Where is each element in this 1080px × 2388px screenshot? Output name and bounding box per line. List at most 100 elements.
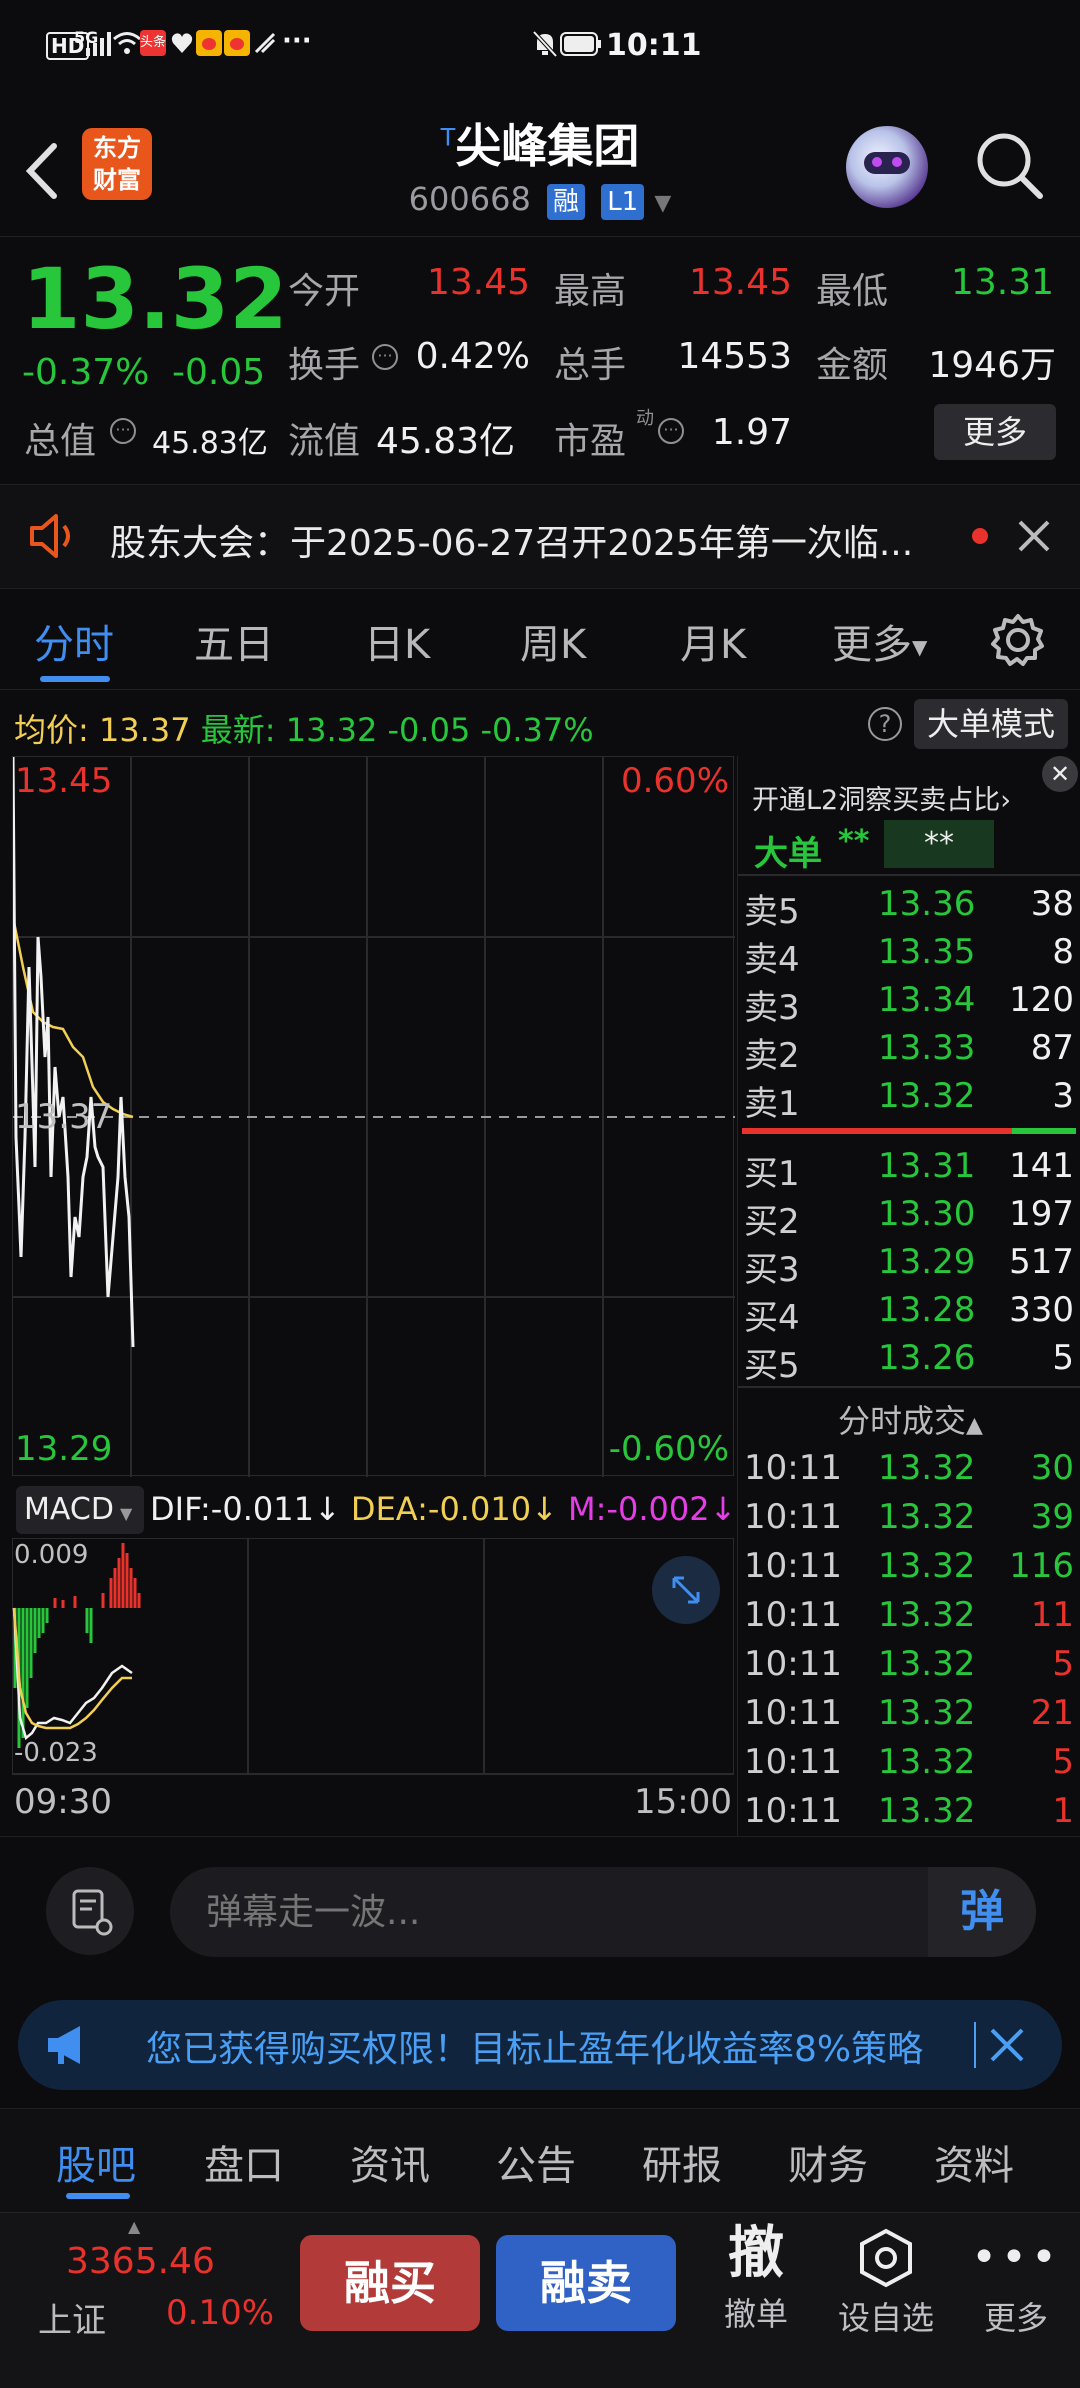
price: 13.32 bbox=[878, 1076, 976, 1116]
volume: 11 bbox=[1030, 1595, 1074, 1635]
volume: 39 bbox=[1030, 1497, 1074, 1537]
tab-five-day[interactable]: 五日 bbox=[194, 612, 274, 670]
danmu-input[interactable] bbox=[206, 1887, 926, 1937]
tab-more[interactable]: 更多▼ bbox=[832, 612, 927, 670]
intraday-chart[interactable]: 13.45 0.60% 13.37 13.29 -0.60% bbox=[12, 756, 735, 1477]
help-icon[interactable]: ? bbox=[868, 707, 902, 741]
l2-upsell-link[interactable]: 开通L2洞察买卖占比› bbox=[752, 778, 1011, 817]
sell-row[interactable]: 卖1 13.32 3 bbox=[738, 1074, 1078, 1124]
tab-finance[interactable]: 财务 bbox=[788, 2133, 868, 2191]
latest-value: 13.32 bbox=[285, 711, 378, 749]
sell-ratio-bar bbox=[742, 1128, 1012, 1134]
close-icon[interactable]: ✕ bbox=[1042, 756, 1078, 792]
robot-assistant-icon[interactable] bbox=[846, 126, 928, 208]
close-icon[interactable] bbox=[988, 2026, 1026, 2064]
mktcap-value: 45.83亿 bbox=[152, 426, 268, 461]
danmu-send-button[interactable]: 弹 bbox=[928, 1867, 1036, 1957]
sell-row[interactable]: 卖5 13.36 38 bbox=[738, 882, 1078, 932]
level-label: 卖2 bbox=[744, 1036, 800, 1076]
note-settings-icon[interactable] bbox=[46, 1867, 134, 1955]
intraday-info-line: 均价: 13.37 最新: 13.32 -0.05 -0.37% ? 大单模式 bbox=[0, 695, 1080, 755]
tab-daily-k[interactable]: 日K bbox=[364, 612, 430, 670]
ticks-title[interactable]: 分时成交▲ bbox=[838, 1396, 983, 1442]
chevron-down-icon: ▼ bbox=[912, 635, 928, 659]
tick-row[interactable]: 10:11 13.32 30 bbox=[738, 1446, 1078, 1494]
tab-orderbook[interactable]: 盘口 bbox=[204, 2133, 284, 2191]
battery-icon bbox=[560, 32, 601, 56]
chevron-down-icon[interactable]: ▼ bbox=[654, 191, 671, 216]
volume: 5 bbox=[1052, 1644, 1074, 1684]
promo-banner[interactable]: 您已获得购买权限！目标止盈年化收益率8%策略 bbox=[18, 2000, 1062, 2090]
promo-text[interactable]: 您已获得购买权限！目标止盈年化收益率8%策略 bbox=[146, 2020, 996, 2070]
tab-intraday[interactable]: 分时 bbox=[34, 612, 114, 670]
price: 13.32 bbox=[878, 1497, 976, 1537]
tick-time: 10:11 bbox=[744, 1693, 842, 1733]
indicator-selector[interactable]: MACD ▼ bbox=[16, 1486, 144, 1534]
weibo-icon bbox=[224, 30, 250, 56]
chart-top-pct: 0.60% bbox=[620, 761, 729, 801]
toutiao-icon: 头条 bbox=[140, 30, 166, 56]
buy-row[interactable]: 买5 13.26 5 bbox=[738, 1336, 1078, 1386]
add-watchlist-button[interactable]: 设自选 bbox=[826, 2227, 946, 2339]
tab-weekly-k[interactable]: 周K bbox=[520, 612, 586, 670]
buy-row[interactable]: 买3 13.29 517 bbox=[738, 1240, 1078, 1290]
chart-tabs: 分时 五日 日K 周K 月K 更多▼ bbox=[0, 590, 1080, 690]
tab-announcements[interactable]: 公告 bbox=[496, 2133, 576, 2191]
tab-monthly-k[interactable]: 月K bbox=[680, 612, 746, 670]
wifi-icon bbox=[113, 32, 141, 54]
tick-row[interactable]: 10:11 13.32 5 bbox=[738, 1642, 1078, 1690]
price: 13.34 bbox=[878, 980, 976, 1020]
tab-forum[interactable]: 股吧 bbox=[56, 2133, 136, 2191]
tick-row[interactable]: 10:11 13.32 11 bbox=[738, 1593, 1078, 1641]
buy-row[interactable]: 买4 13.28 330 bbox=[738, 1288, 1078, 1338]
gear-icon[interactable] bbox=[990, 612, 1046, 668]
sell-row[interactable]: 卖3 13.34 120 bbox=[738, 978, 1078, 1028]
margin-sell-button[interactable]: 融卖 bbox=[496, 2235, 676, 2331]
price: 13.26 bbox=[878, 1338, 976, 1378]
more-quote-button[interactable]: 更多 bbox=[934, 404, 1056, 460]
sell-row[interactable]: 卖2 13.33 87 bbox=[738, 1026, 1078, 1076]
sell-row[interactable]: 卖4 13.35 8 bbox=[738, 930, 1078, 980]
macd-panel[interactable]: MACD ▼ DIF:-0.011↓ DEA:-0.010↓ M:-0.002↓ … bbox=[12, 1480, 736, 1775]
caret-up-icon: ▲ bbox=[128, 2217, 141, 2236]
index-value[interactable]: 3365.46 bbox=[66, 2241, 215, 2282]
index-pct[interactable]: 0.10% bbox=[166, 2293, 274, 2333]
close-icon[interactable] bbox=[1016, 518, 1052, 554]
float-label: 流值 bbox=[288, 421, 361, 462]
buy-row[interactable]: 买1 13.31 141 bbox=[738, 1144, 1078, 1194]
big-order-value: ** bbox=[838, 824, 870, 859]
content-tabs: 股吧 盘口 资讯 公告 研报 财务 资料 bbox=[0, 2108, 1080, 2212]
macd-dif: DIF:-0.011 bbox=[150, 1490, 314, 1528]
notice-text[interactable]: 股东大会：于2025-06-27召开2025年第一次临... bbox=[110, 514, 950, 566]
buy-row[interactable]: 买2 13.30 197 bbox=[738, 1192, 1078, 1242]
margin-tag: 融 bbox=[547, 184, 586, 220]
volume: 21 bbox=[1030, 1693, 1074, 1733]
volume: 120 bbox=[1009, 980, 1074, 1020]
tick-row[interactable]: 10:11 13.32 116 bbox=[738, 1544, 1078, 1592]
tick-row[interactable]: 10:11 13.32 39 bbox=[738, 1495, 1078, 1543]
price: 13.29 bbox=[878, 1242, 976, 1282]
price: 13.35 bbox=[878, 932, 976, 972]
info-icon[interactable]: ··· bbox=[372, 344, 398, 370]
cancel-order-button[interactable]: 撤 撤单 bbox=[706, 2219, 806, 2335]
search-icon[interactable] bbox=[974, 130, 1044, 200]
down-arrow-icon: ↓ bbox=[531, 1490, 558, 1528]
macd-bottom-value: -0.023 bbox=[14, 1738, 98, 1768]
tab-research[interactable]: 研报 bbox=[642, 2133, 722, 2191]
tick-row[interactable]: 10:11 13.32 5 bbox=[738, 1740, 1078, 1788]
pe-value: 1.97 bbox=[711, 412, 792, 453]
tick-row[interactable]: 10:11 13.32 21 bbox=[738, 1691, 1078, 1739]
tab-news[interactable]: 资讯 bbox=[350, 2133, 430, 2191]
tick-row[interactable]: 10:11 13.32 1 bbox=[738, 1789, 1078, 1837]
clock: 10:11 bbox=[606, 28, 702, 63]
expand-icon[interactable] bbox=[652, 1556, 720, 1624]
info-icon[interactable]: ··· bbox=[110, 418, 136, 444]
more-button[interactable]: ••• 更多 bbox=[966, 2227, 1066, 2339]
big-order-value: ** bbox=[884, 820, 994, 868]
index-name[interactable]: 上证 bbox=[38, 2293, 106, 2342]
tab-profile[interactable]: 资料 bbox=[934, 2133, 1014, 2191]
big-order-mode-button[interactable]: 大单模式 bbox=[914, 699, 1068, 749]
buy-ratio-bar bbox=[1012, 1128, 1076, 1134]
cancel-icon: 撤 bbox=[728, 2221, 784, 2286]
margin-buy-button[interactable]: 融买 bbox=[300, 2235, 480, 2331]
